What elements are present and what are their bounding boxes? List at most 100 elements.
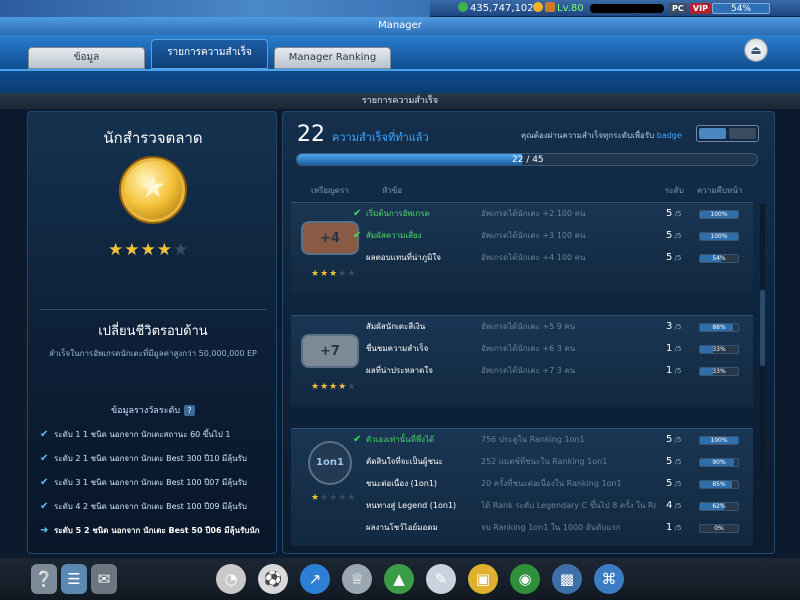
tab-achievements[interactable]: รายการความสำเร็จ bbox=[151, 39, 268, 69]
grid-view-icon[interactable] bbox=[729, 128, 756, 139]
achievement-badge-icon: +4 bbox=[301, 221, 359, 255]
achievement-row[interactable]: สัมผัสนักเตะสีเงิน อัพเกรดได้นักเตะ +5 9 … bbox=[363, 316, 753, 338]
achievement-row[interactable]: ชนะต่อเนื่อง (1on1) 20 ครั้งที่ชนะต่อเนื่… bbox=[363, 473, 753, 495]
reward-tier-text: ระดับ 5 2 ชนิด นอกจาก นักเตะ Best 50 ปี0… bbox=[54, 526, 260, 535]
achievement-level: 4 /5 bbox=[666, 495, 681, 517]
achievement-row[interactable]: ✔ เริ่มต้นการอัพเกรด อัพเกรดได้นักเตะ +2 1… bbox=[353, 203, 753, 225]
star-empty-icon: ★ bbox=[347, 493, 357, 503]
achievement-progress-bar: 33% bbox=[699, 345, 739, 354]
achievement-level: 5 /5 bbox=[666, 451, 681, 473]
level-max: /5 bbox=[672, 480, 682, 488]
achievement-detail-panel: นักสำรวจตลาด ★ ★★★★★ เปลี่ยนชีวิตรอบด้าน… bbox=[27, 111, 277, 554]
whistle-icon[interactable]: ◔ bbox=[216, 564, 246, 594]
help-icon[interactable]: ? bbox=[184, 405, 196, 416]
league-icon[interactable]: ▲ bbox=[384, 564, 414, 594]
reward-tier: ✔ ระดับ 2 1 ชนิด นอกจาก นักเตะ Best 300 ป… bbox=[40, 447, 266, 471]
list-icon[interactable]: ☰ bbox=[61, 564, 87, 594]
achievement-progress-bar: 100% bbox=[699, 436, 739, 445]
star-empty-icon: ★ bbox=[347, 382, 357, 392]
bottom-dock: ❔ ☰ ✉ ◔ ⚽ ↗ ♕ ▲ ✎ ▣ ◉ ▩ ⌘ bbox=[0, 558, 800, 600]
gold-icon bbox=[533, 2, 543, 12]
badge-hint-text: คุณต้องผ่านความสำเร็จทุกระดับเพื่อรับ bbox=[521, 131, 655, 140]
notepad-icon[interactable]: ✎ bbox=[426, 564, 456, 594]
achievement-progress-text: 90% bbox=[712, 459, 726, 466]
achievement-row[interactable]: ✔ สัมผัสความเสี่ยง อัพเกรดได้นักเตะ +3 100… bbox=[353, 225, 753, 247]
achievement-badge-icon: +7 bbox=[301, 334, 359, 368]
view-toggle[interactable] bbox=[696, 125, 759, 142]
help-icon[interactable]: ❔ bbox=[31, 564, 57, 594]
star-filled-icon: ★ bbox=[311, 382, 321, 392]
level-max: /5 bbox=[672, 436, 682, 444]
achievement-row[interactable]: หนทางสู่ Legend (1on1) ได้ Rank ระดับ Leg… bbox=[363, 495, 753, 517]
achievement-requirement: จบ Ranking 1on1 ใน 1000 อันดับแรก bbox=[481, 523, 621, 532]
jersey-icon[interactable]: ▣ bbox=[468, 564, 498, 594]
star-filled-icon: ★ bbox=[320, 269, 330, 279]
check-icon: ✔ bbox=[40, 501, 49, 512]
achievement-level: 5 /5 bbox=[666, 225, 681, 247]
training-icon[interactable]: ▩ bbox=[552, 564, 582, 594]
reward-tier-text: ระดับ 4 2 ชนิด นอกจาก นักเตะ Best 100 ปี… bbox=[54, 502, 247, 511]
achievement-description: สำเร็จในการอัพเกรดนักเตะที่มีมูลค่าสูงกว… bbox=[49, 349, 257, 358]
achievement-progress-bar: 62% bbox=[699, 502, 739, 511]
cart-icon[interactable]: ⌘ bbox=[594, 564, 624, 594]
star-filled-icon: ★ bbox=[140, 240, 157, 260]
check-icon: ✔ bbox=[40, 477, 49, 488]
tab-manager-ranking[interactable]: Manager Ranking bbox=[274, 47, 391, 69]
star-filled-icon: ★ bbox=[124, 240, 141, 260]
star-filled-icon: ★ bbox=[338, 382, 348, 392]
reward-info-title: ข้อมูลรางวัลระดับ? bbox=[28, 403, 278, 417]
achievement-row[interactable]: ตัดสินใจที่จะเป็นผู้ชนะ 252 แมตช์ที่ชนะใน… bbox=[363, 451, 753, 473]
reward-info-label: ข้อมูลรางวัลระดับ bbox=[110, 406, 181, 416]
star-filled-icon: ★ bbox=[329, 382, 339, 392]
ball-icon[interactable]: ⚽ bbox=[258, 564, 288, 594]
achievement-name: ชนะต่อเนื่อง (1on1) bbox=[366, 479, 438, 488]
badge-star-rating: ★★★★★ bbox=[311, 382, 356, 392]
achievement-progress-bar: 0% bbox=[699, 524, 739, 533]
money-display: 435,747,102 bbox=[458, 2, 534, 15]
achievement-requirement: 20 ครั้งที่ชนะต่อเนื่องใน Ranking 1on1 bbox=[481, 479, 622, 488]
achievement-row[interactable]: ✔ ตัวเองเท่านั้นที่พึ่งได้ 756 ประตูใน Ran… bbox=[353, 429, 753, 451]
reward-tier: ➜ ระดับ 5 2 ชนิด นอกจาก นักเตะ Best 50 ปี… bbox=[40, 519, 266, 543]
badge-star-rating: ★★★★★ bbox=[311, 269, 356, 279]
club-icon[interactable]: ◉ bbox=[510, 564, 540, 594]
reward-tier: ✔ ระดับ 1 1 ชนิด นอกจาก นักเตะสถานะ 60 ขึ… bbox=[40, 423, 266, 447]
achievement-name: หนทางสู่ Legend (1on1) bbox=[366, 501, 457, 510]
achievement-requirement: อัพเกรดได้นักเตะ +4 100 คน bbox=[481, 253, 586, 262]
vip-badge: VIP bbox=[689, 3, 711, 14]
achievement-requirement: 252 แมตช์ที่ชนะใน Ranking 1on1 bbox=[481, 457, 608, 466]
star-filled-icon: ★ bbox=[156, 240, 173, 260]
star-filled-icon: ★ bbox=[320, 382, 330, 392]
eject-icon[interactable]: ⏏ bbox=[744, 38, 768, 62]
achievement-progress-bar: 100% bbox=[699, 210, 739, 219]
achievement-row[interactable]: ผลงานโชว์ไอย์มอดม จบ Ranking 1on1 ใน 1000… bbox=[363, 517, 753, 539]
scrollbar-thumb[interactable] bbox=[760, 290, 765, 366]
achievement-row[interactable]: ชื่นชมความสำเร็จ อัพเกรดได้นักเตะ +6 3 คน… bbox=[363, 338, 753, 360]
level-max: /5 bbox=[672, 323, 682, 331]
tab-info[interactable]: ข้อมูล bbox=[28, 47, 145, 69]
achievement-level: 5 /5 bbox=[666, 473, 681, 495]
star-filled-icon: ★ bbox=[311, 493, 321, 503]
achievement-row[interactable]: ผลที่น่าประหลาดใจ อัพเกรดได้นักเตะ +7 3 ค… bbox=[363, 360, 753, 382]
level-max: /5 bbox=[672, 502, 682, 510]
achievement-name: ผลตอบแทนที่น่าภูมิใจ bbox=[366, 253, 441, 262]
achievement-progress-bar: 54% bbox=[699, 254, 739, 263]
trophy-icon[interactable]: ♕ bbox=[342, 564, 372, 594]
reward-tier-text: ระดับ 2 1 ชนิด นอกจาก นักเตะ Best 300 ปี… bbox=[54, 454, 247, 463]
achievement-requirement: อัพเกรดได้นักเตะ +6 3 คน bbox=[481, 344, 576, 353]
achievement-progress-bar: 88% bbox=[699, 323, 739, 332]
star-empty-icon: ★ bbox=[329, 493, 339, 503]
column-level: ระดับ bbox=[665, 186, 684, 195]
achievement-group: 1on1 ★★★★★ ✔ ตัวเองเท่านั้นที่พึ่งได้ 756 ปร… bbox=[291, 428, 753, 546]
boot-icon[interactable]: ↗ bbox=[300, 564, 330, 594]
mail-icon[interactable]: ✉ bbox=[91, 564, 117, 594]
list-view-icon[interactable] bbox=[699, 128, 726, 139]
reward-tier-text: ระดับ 1 1 ชนิด นอกจาก นักเตะสถานะ 60 ขึ้… bbox=[54, 430, 231, 439]
check-icon: ✔ bbox=[40, 453, 49, 464]
scrollbar[interactable] bbox=[760, 204, 765, 542]
level-max: /5 bbox=[672, 210, 682, 218]
achievement-row[interactable]: ผลตอบแทนที่น่าภูมิใจ อัพเกรดได้นักเตะ +4 … bbox=[363, 247, 753, 269]
column-badge[interactable]: เหรียญตรา bbox=[311, 184, 349, 197]
level-display: Lv.80 bbox=[533, 2, 584, 15]
achievement-progress-text: 100% bbox=[710, 233, 728, 240]
star-filled-icon: ★ bbox=[311, 269, 321, 279]
